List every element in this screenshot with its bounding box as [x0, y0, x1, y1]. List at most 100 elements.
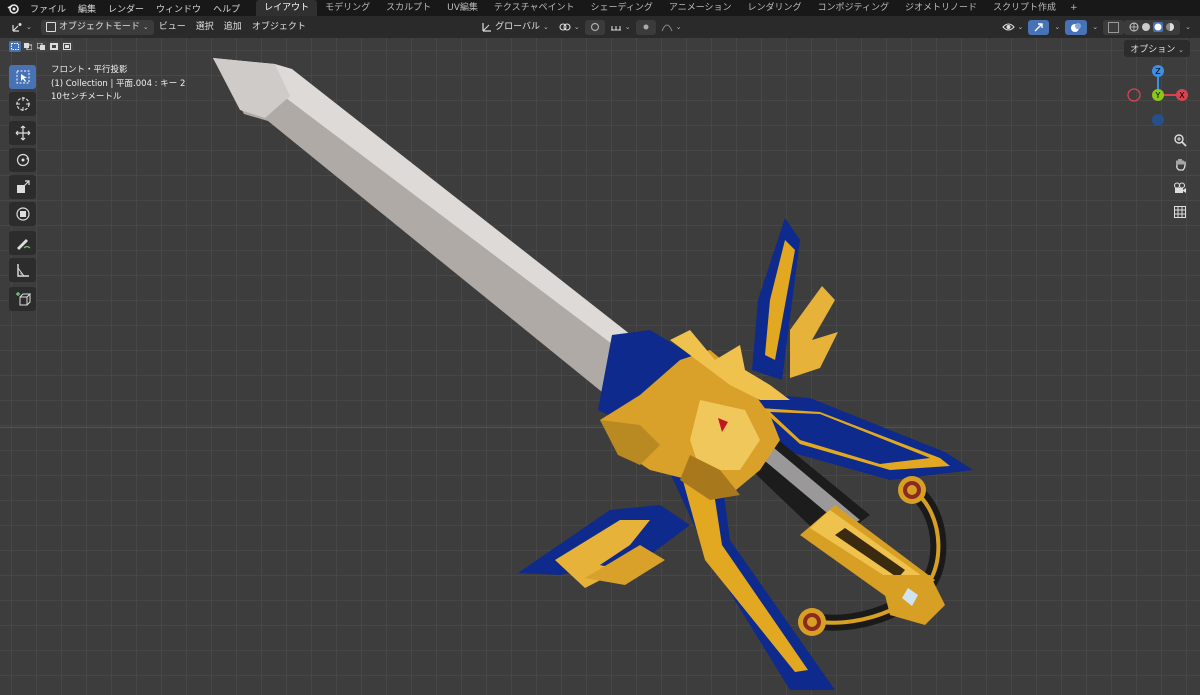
select-new-button[interactable]	[9, 41, 21, 52]
shading-modes[interactable]	[1124, 19, 1181, 35]
snap-target-dropdown[interactable]: ⌄	[605, 20, 636, 35]
editor-type-icon	[12, 22, 22, 32]
mode-label: オブジェクトモード	[58, 21, 140, 32]
pivot-point-dropdown[interactable]: ⌄	[554, 20, 585, 35]
top-menu-bar: ファイル 編集 レンダー ウィンドウ ヘルプ レイアウト モデリング スカルプト…	[0, 0, 1200, 16]
transform-orientation-dropdown[interactable]: グローバル ⌄	[477, 20, 554, 35]
measure-tool-button[interactable]	[9, 258, 36, 282]
select-tool-button[interactable]	[9, 65, 36, 89]
tab-uv-editing[interactable]: UV編集	[439, 0, 486, 16]
grid-icon	[1174, 206, 1186, 218]
select-mode-buttons	[9, 41, 73, 52]
z-axis-label: Z	[1155, 67, 1161, 76]
collection-info: (1) Collection | 平面.004 : キー 2	[51, 78, 186, 89]
zoom-button[interactable]	[1170, 130, 1190, 150]
tab-compositing[interactable]: コンポジティング	[810, 0, 897, 16]
overlay-icon	[1071, 22, 1082, 32]
annotate-icon	[16, 239, 30, 250]
rendered-shading-icon[interactable]	[1165, 22, 1175, 32]
menu-render[interactable]: レンダー	[102, 2, 150, 15]
perspective-toggle-button[interactable]	[1170, 202, 1190, 222]
mode-dropdown[interactable]: オブジェクトモード ⌄	[40, 19, 154, 35]
select-subtract-icon	[37, 43, 45, 50]
rotate-icon	[16, 153, 29, 167]
shading-dropdown[interactable]: ⌄	[1180, 20, 1196, 35]
options-dropdown[interactable]: オプション ⌄	[1124, 40, 1190, 57]
tab-texture-paint[interactable]: テクスチャペイント	[486, 0, 583, 16]
select-subtract-button[interactable]	[35, 41, 47, 52]
menu-file[interactable]: ファイル	[24, 2, 72, 15]
pan-button[interactable]	[1170, 154, 1190, 174]
overlay-dropdown[interactable]: ⌄	[1087, 20, 1103, 35]
tab-modeling[interactable]: モデリング	[317, 0, 378, 16]
neg-x-axis-handle	[1127, 88, 1141, 102]
material-shading-icon[interactable]	[1153, 22, 1164, 32]
navigation-gizmo[interactable]: Z X Y	[1120, 64, 1190, 134]
cursor-icon	[15, 97, 30, 111]
tab-geometry-nodes[interactable]: ジオメトリノード	[897, 0, 985, 16]
scale-icon	[16, 180, 30, 193]
y-axis-label: Y	[1155, 91, 1161, 100]
add-workspace-button[interactable]: +	[1064, 3, 1084, 13]
falloff-icon	[661, 24, 673, 32]
menu-view[interactable]: ビュー	[154, 20, 191, 35]
3d-viewport[interactable]: フロント・平行投影 (1) Collection | 平面.004 : キー 2…	[0, 38, 1200, 695]
xray-toggle[interactable]	[1103, 19, 1125, 35]
tab-rendering[interactable]: レンダリング	[740, 0, 810, 16]
zoom-icon	[1173, 133, 1187, 147]
gizmo-toggle[interactable]	[1028, 19, 1050, 35]
object-mode-icon	[45, 22, 56, 32]
tab-animation[interactable]: アニメーション	[661, 0, 740, 16]
menu-add[interactable]: 追加	[219, 20, 247, 35]
add-cube-icon	[15, 292, 31, 306]
annotate-tool-button[interactable]	[9, 231, 36, 255]
select-intersect-button[interactable]	[61, 41, 73, 52]
editor-type-button[interactable]: ⌄	[6, 20, 37, 35]
tool-shelf	[9, 65, 36, 314]
snap-toggle[interactable]	[584, 19, 605, 35]
xray-icon	[1108, 21, 1120, 33]
viewport-info-overlay: フロント・平行投影 (1) Collection | 平面.004 : キー 2…	[51, 64, 185, 105]
menu-select[interactable]: 選択	[191, 20, 219, 35]
wireframe-shading-icon[interactable]	[1129, 22, 1139, 32]
keyblade-model[interactable]	[0, 38, 1200, 695]
add-cube-tool-button[interactable]	[9, 287, 36, 311]
cursor-select-icon	[16, 70, 29, 84]
overlay-toggle[interactable]	[1065, 19, 1088, 35]
tab-shading[interactable]: シェーディング	[583, 0, 661, 16]
viewport-header: ⌄ オブジェクトモード ⌄ ビュー 選択 追加 オブジェクト グローバル ⌄ ⌄…	[0, 16, 1200, 38]
menu-window[interactable]: ウィンドウ	[150, 2, 207, 15]
cursor-tool-button[interactable]	[9, 92, 36, 116]
pivot-icon	[559, 23, 571, 31]
select-box-icon	[11, 43, 19, 50]
visibility-dropdown[interactable]: ⌄	[997, 20, 1029, 35]
view-name: フロント・平行投影	[51, 65, 128, 75]
camera-icon	[1173, 181, 1186, 193]
select-extend-button[interactable]	[22, 41, 34, 52]
menu-help[interactable]: ヘルプ	[207, 2, 246, 15]
solid-shading-icon[interactable]	[1141, 22, 1151, 32]
tab-scripting[interactable]: スクリプト作成	[985, 0, 1064, 16]
grid-scale: 10センチメートル	[51, 92, 122, 102]
hand-icon	[1175, 158, 1186, 171]
rotate-tool-button[interactable]	[9, 148, 36, 172]
scale-tool-button[interactable]	[9, 175, 36, 199]
tab-layout[interactable]: レイアウト	[256, 0, 318, 16]
transform-tool-button[interactable]	[9, 202, 36, 226]
upper-right-feathers	[790, 286, 838, 378]
tab-sculpting[interactable]: スカルプト	[378, 0, 439, 16]
snap-increment-icon	[610, 26, 621, 31]
falloff-dropdown[interactable]: ⌄	[656, 20, 687, 35]
menu-edit[interactable]: 編集	[72, 2, 102, 15]
gizmo-dropdown[interactable]: ⌄	[1049, 20, 1065, 35]
move-icon	[15, 125, 30, 141]
snap-icon	[590, 22, 599, 32]
proportional-edit-toggle[interactable]	[635, 19, 656, 35]
transform-icon	[15, 207, 30, 221]
blender-logo-icon[interactable]	[6, 2, 20, 14]
menu-object[interactable]: オブジェクト	[247, 20, 311, 35]
orientation-label: グローバル	[495, 21, 540, 32]
select-difference-button[interactable]	[48, 41, 60, 52]
move-tool-button[interactable]	[9, 121, 36, 145]
camera-view-button[interactable]	[1170, 178, 1190, 198]
